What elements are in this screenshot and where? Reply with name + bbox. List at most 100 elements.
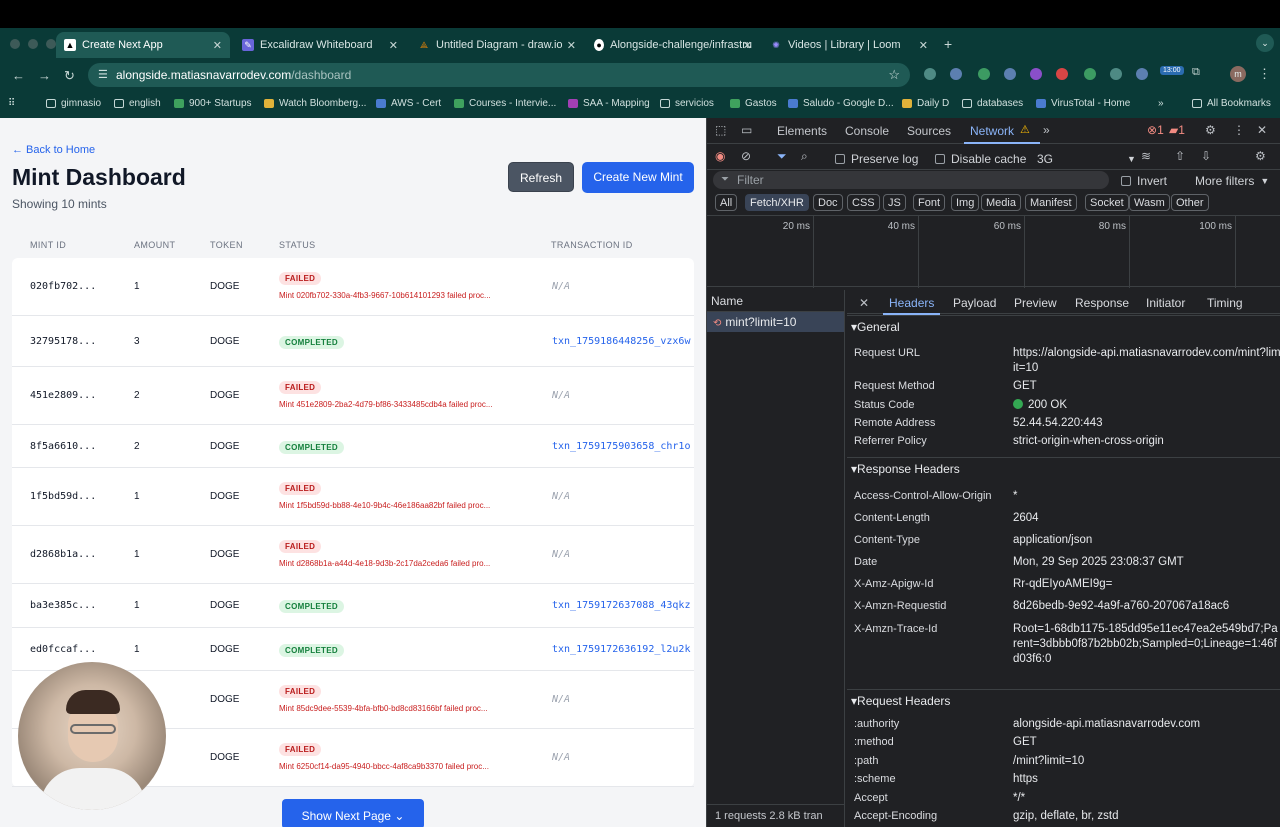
transaction-link[interactable]: txn_1759175903658_chr1o [552,441,694,452]
tab-preview[interactable]: Preview [1014,296,1057,310]
tab-sources[interactable]: Sources [907,124,951,138]
menu-dots-icon[interactable]: ⋮ [1258,66,1271,82]
close-icon[interactable]: ✕ [389,39,398,52]
back-arrow-icon[interactable]: ← [12,68,25,83]
all-bookmarks[interactable]: All Bookmarks [1192,98,1271,109]
close-icon[interactable]: ✕ [567,39,576,52]
site-settings-icon[interactable]: ☰ [98,63,108,87]
bookmark-saludo[interactable]: Saludo - Google D... [788,98,894,109]
transaction-link[interactable]: txn_1759186448256_vzx6w [552,336,694,347]
extension-icon[interactable] [1136,68,1148,80]
bookmark-gastos[interactable]: Gastos [730,98,777,109]
bookmark-virustotal[interactable]: VirusTotal - Home [1036,98,1130,109]
filter-chip-js[interactable]: JS [883,194,906,211]
window-controls[interactable] [10,39,56,49]
filter-chip-manifest[interactable]: Manifest [1025,194,1077,211]
tab-search-chevron-icon[interactable]: ⌄ [1256,34,1274,52]
bookmark-daily[interactable]: Daily D [902,98,949,109]
transaction-link[interactable]: txn_1759172636192_l2u2k [552,644,694,655]
show-next-page-button[interactable]: Show Next Page ⌄ [282,799,424,827]
name-column-header[interactable]: Name [707,290,844,312]
filter-chip-all[interactable]: All [715,194,738,211]
more-bookmarks-icon[interactable]: » [1158,98,1164,109]
reload-icon[interactable]: ↻ [64,68,75,84]
apps-grid-icon[interactable]: ⠿ [8,98,15,109]
tab-drawio[interactable]: ⟁ Untitled Diagram - draw.io ✕ [410,32,584,58]
filter-input[interactable]: ⏷ Filter [713,171,1109,189]
bookmark-courses[interactable]: Courses - Intervie... [454,98,556,109]
tab-excalidraw[interactable]: ✎ Excalidraw Whiteboard ✕ [234,32,406,58]
issues-counter[interactable]: ▰1 [1169,123,1185,137]
tab-initiator[interactable]: Initiator [1146,296,1185,310]
extension-icon[interactable] [1110,68,1122,80]
bookmark-servicios[interactable]: servicios [660,98,714,109]
filter-chip-css[interactable]: CSS [847,194,880,211]
tab-headers[interactable]: Headers [882,296,941,315]
shield-extension-icon[interactable] [1004,68,1016,80]
wifi-conditions-icon[interactable]: ≋ [1141,149,1151,163]
tab-network[interactable]: Network [963,124,1041,144]
more-filters-dropdown[interactable]: More filters ▼ [1195,174,1269,188]
network-settings-gear-icon[interactable]: ⚙ [1255,149,1266,163]
close-details-icon[interactable]: ✕ [859,296,869,310]
request-row[interactable]: ⟲ mint?limit=10 [707,312,844,332]
export-har-icon[interactable]: ⇩ [1201,149,1211,163]
invert-checkbox[interactable]: Invert [1121,174,1167,188]
filter-chip-img[interactable]: Img [951,194,980,211]
filter-chip-wasm[interactable]: Wasm [1129,194,1170,211]
filter-chip-other[interactable]: Other [1171,194,1209,211]
close-devtools-icon[interactable]: ✕ [1257,123,1267,137]
bookmark-star-icon[interactable]: ☆ [888,63,900,87]
extension-icon[interactable] [1030,68,1042,80]
new-tab-button[interactable]: + [944,36,952,52]
extension-icon[interactable] [950,68,962,80]
inspect-element-icon[interactable]: ⬚ [715,123,726,137]
extension-icon[interactable] [924,68,936,80]
bookmark-databases[interactable]: databases [962,98,1023,109]
throttle-select[interactable]: 3G ▼ [1037,152,1136,166]
bookmark-gimnasio[interactable]: gimnasio [46,98,101,109]
forward-arrow-icon[interactable]: → [38,68,51,83]
create-new-mint-button[interactable]: Create New Mint [582,162,694,193]
tab-timing[interactable]: Timing [1207,296,1243,310]
close-icon[interactable]: ✕ [213,39,222,52]
tab-create-next-app[interactable]: ▲ Create Next App ✕ [56,32,230,58]
minimize-window-dot[interactable] [28,39,38,49]
device-toolbar-icon[interactable]: ▭ [741,123,752,137]
refresh-button[interactable]: Refresh [508,162,574,192]
bookmark-english[interactable]: english [114,98,161,109]
disable-cache-checkbox[interactable]: Disable cache [935,152,1026,166]
profile-avatar[interactable]: m [1230,66,1246,82]
close-window-dot[interactable] [10,39,20,49]
import-har-icon[interactable]: ⇧ [1175,149,1185,163]
zoom-window-dot[interactable] [46,39,56,49]
tab-console[interactable]: Console [845,124,889,138]
preserve-log-checkbox[interactable]: Preserve log [835,152,918,166]
more-options-icon[interactable]: ⋮ [1233,123,1245,137]
general-section[interactable]: ▾General [851,320,900,334]
grammarly-icon[interactable] [1084,68,1096,80]
close-icon[interactable]: ✕ [743,39,752,52]
tab-elements[interactable]: Elements [777,124,827,138]
transaction-link[interactable]: txn_1759172637088_43qkz [552,600,694,611]
filter-chip-font[interactable]: Font [913,194,946,211]
filter-chip-media[interactable]: Media [981,194,1021,211]
url-input[interactable]: ☰ alongside.matiasnavarrodev.com/dashboa… [88,63,910,87]
search-icon[interactable]: ⌕ [801,149,808,164]
bookmark-startups[interactable]: 900+ Startups [174,98,252,109]
extension-icon[interactable] [978,68,990,80]
bookmark-bloomberg[interactable]: Watch Bloomberg... [264,98,366,109]
filter-funnel-icon[interactable]: ⏷ [777,149,787,164]
close-icon[interactable]: ✕ [919,39,928,52]
filter-chip-fetchxhr[interactable]: Fetch/XHR [745,194,809,211]
back-to-home-link[interactable]: ← Back to Home [12,144,95,156]
request-headers-section[interactable]: ▾Request Headers [851,694,950,708]
filter-chip-socket[interactable]: Socket [1085,194,1129,211]
response-headers-section[interactable]: ▾Response Headers [851,462,960,476]
extensions-puzzle-icon[interactable]: ⧉ [1192,66,1204,78]
errors-counter[interactable]: ⊗1 [1147,123,1164,137]
tab-response[interactable]: Response [1075,296,1129,310]
tab-loom[interactable]: ✺ Videos | Library | Loom ✕ [762,32,936,58]
settings-gear-icon[interactable]: ⚙ [1205,123,1216,137]
record-icon[interactable]: ◉ [715,149,725,163]
